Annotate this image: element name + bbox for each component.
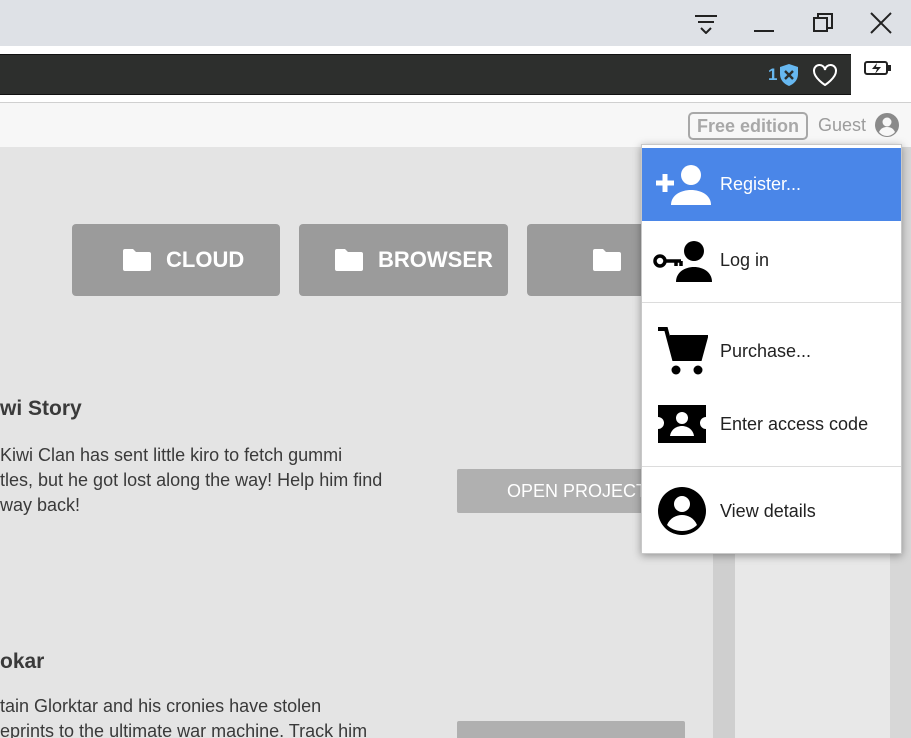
restore-icon	[813, 13, 833, 32]
category-label: CLOUD	[166, 247, 245, 272]
browser-toolbar: 1	[0, 46, 911, 103]
menu-item-purchase[interactable]: Purchase...	[642, 311, 901, 391]
open-project-button[interactable]	[457, 721, 685, 738]
project-description: tain Glorktar and his cronies have stole…	[0, 694, 367, 738]
restore-button[interactable]	[800, 0, 846, 46]
project-description: Kiwi Clan has sent little kiro to fetch …	[0, 443, 382, 518]
account-button[interactable]	[874, 112, 900, 142]
project-title: okar	[0, 650, 45, 673]
minimize-icon	[754, 30, 774, 32]
menu-item-login[interactable]: Log in	[642, 221, 901, 300]
category-browser-button[interactable]: BROWSER	[299, 224, 508, 296]
description-line: tain Glorktar and his cronies have stole…	[0, 696, 322, 716]
menu-divider	[642, 302, 901, 303]
close-icon	[870, 12, 892, 34]
extension-badge[interactable]: 1	[768, 63, 800, 87]
account-circle-icon	[875, 113, 899, 137]
close-button[interactable]	[858, 0, 904, 46]
description-line: Kiwi Clan has sent little kiro to fetch …	[0, 445, 343, 465]
heart-icon	[813, 64, 837, 87]
battery-saver-button[interactable]	[864, 60, 892, 80]
menu-item-view-details[interactable]: View details	[642, 469, 901, 553]
account-circle-icon	[658, 487, 706, 535]
account-menu: Register... Log in Purchase... Enter acc…	[641, 144, 902, 554]
tab-search-button[interactable]	[683, 0, 729, 46]
menu-item-label: Log in	[720, 250, 770, 270]
menu-item-register[interactable]: Register...	[642, 148, 901, 221]
description-line: tles, but he got lost along the way! Hel…	[0, 470, 383, 490]
edition-badge[interactable]: Free edition	[688, 112, 809, 140]
ticket-icon	[658, 405, 706, 443]
folder-icon	[335, 249, 363, 271]
menu-item-label: Register...	[720, 174, 802, 194]
description-line: way back!	[0, 495, 81, 515]
user-name-label[interactable]: Guest	[818, 115, 866, 136]
battery-saver-icon	[864, 61, 891, 75]
address-bar[interactable]: 1	[0, 54, 851, 95]
project-title: wi Story	[0, 397, 82, 420]
add-user-icon	[656, 164, 711, 205]
folder-icon	[593, 249, 621, 271]
shield-x-icon	[780, 64, 799, 86]
description-line: eprints to the ultimate war machine. Tra…	[0, 721, 368, 738]
extension-count: 1	[768, 65, 778, 84]
menu-item-label: Enter access code	[720, 413, 869, 434]
menu-item-access-code[interactable]: Enter access code	[642, 391, 901, 457]
tab-search-icon	[695, 15, 717, 34]
menu-item-label: Purchase...	[720, 340, 812, 361]
window-titlebar	[0, 0, 911, 46]
cart-icon	[658, 327, 708, 375]
bookmark-heart-button[interactable]	[812, 63, 838, 91]
category-label: BROWSER	[378, 247, 493, 272]
category-cloud-button[interactable]: CLOUD	[72, 224, 280, 296]
minimize-button[interactable]	[741, 0, 787, 46]
app-header: Free edition Guest	[0, 103, 911, 147]
menu-divider	[642, 466, 901, 467]
scrollbar-track[interactable]	[713, 552, 735, 738]
key-user-icon	[653, 240, 712, 282]
folder-icon	[123, 249, 151, 271]
menu-item-label: View details	[720, 500, 816, 521]
